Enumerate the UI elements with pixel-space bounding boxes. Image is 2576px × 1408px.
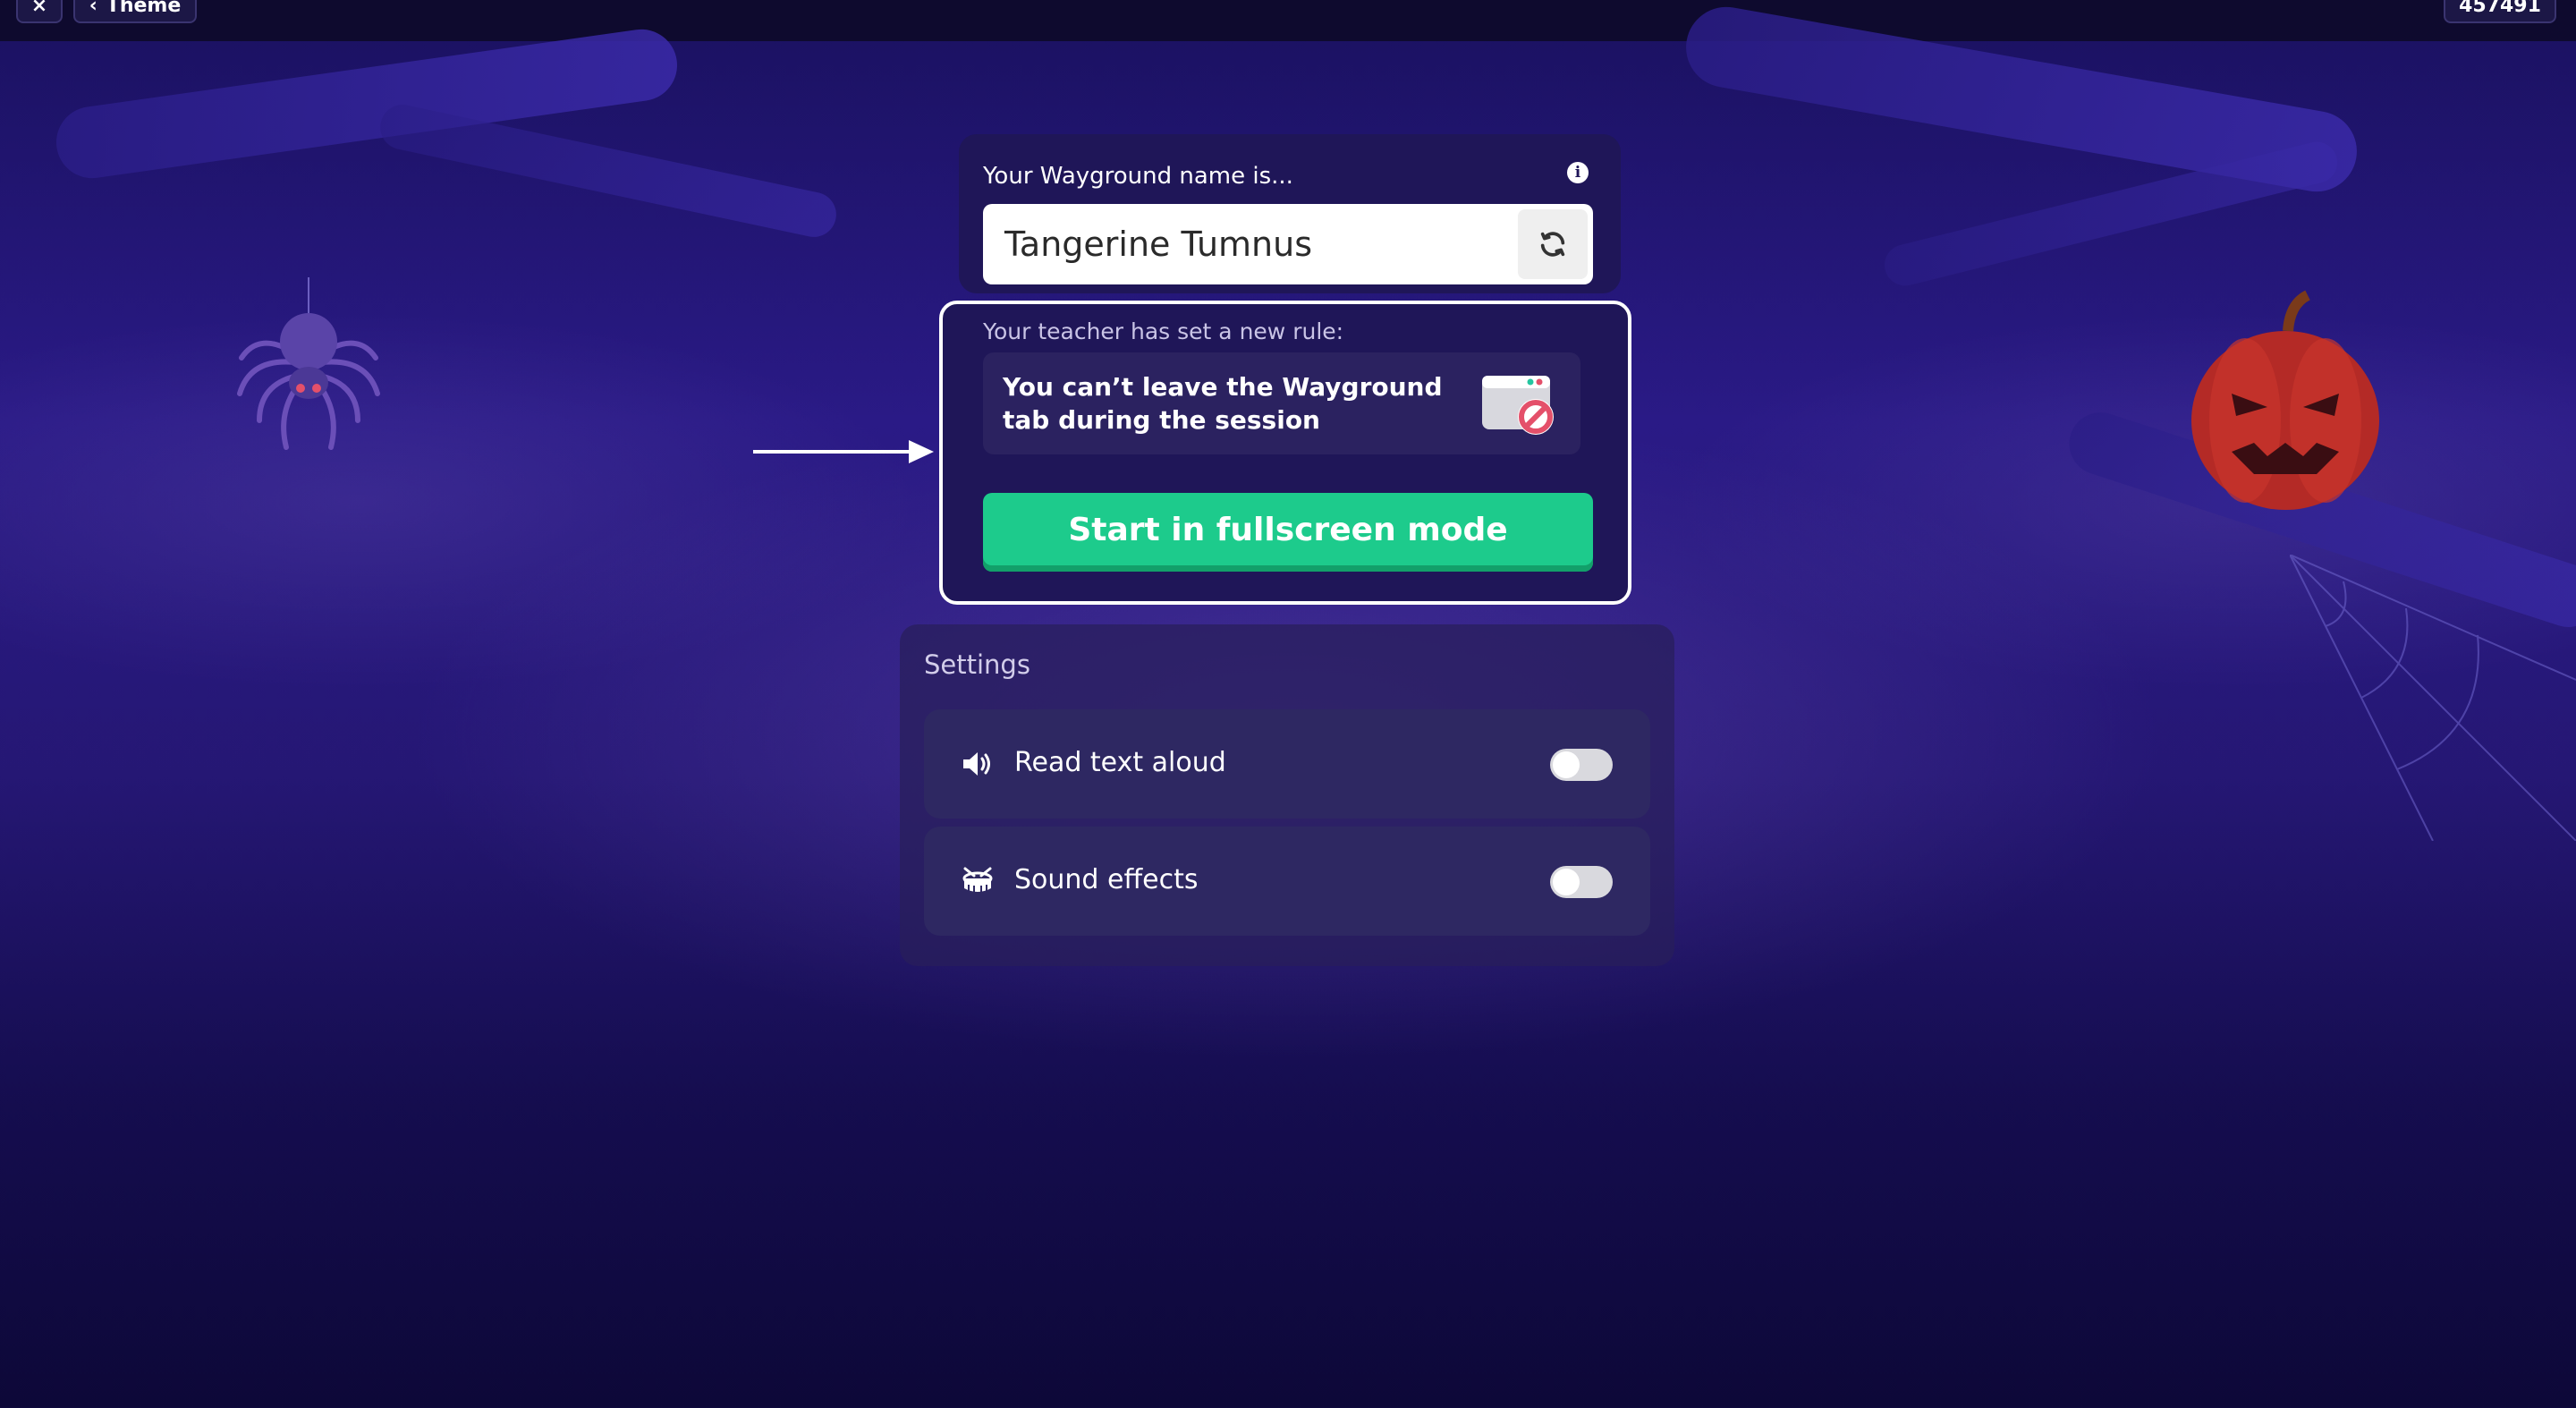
pointer-arrow-head (909, 440, 934, 463)
game-code-text: 457491 (2459, 0, 2541, 17)
setting-label: Read text aloud (1014, 747, 1226, 778)
start-fullscreen-button[interactable]: Start in fullscreen mode (983, 493, 1593, 572)
setting-label: Sound effects (1014, 864, 1199, 895)
spider-illustration (237, 277, 380, 450)
blocked-tab-icon (1482, 376, 1554, 435)
refresh-icon (1540, 232, 1565, 257)
cobweb-illustration (2290, 555, 2576, 841)
theme-label: Theme (106, 0, 182, 17)
rule-message: You can’t leave the Wayground tab during… (1003, 372, 1443, 435)
toggle-knob (1553, 751, 1580, 778)
name-field: Tangerine Tumnus (983, 204, 1593, 284)
rule-label: Your teacher has set a new rule: (983, 318, 1344, 344)
theme-button[interactable]: ‹ Theme (73, 0, 197, 23)
drum-icon (962, 867, 993, 893)
read-text-aloud-toggle[interactable] (1550, 749, 1613, 781)
name-label: Your Wayground name is... (983, 163, 1293, 190)
settings-title: Settings (924, 649, 1030, 680)
toggle-knob (1553, 869, 1580, 895)
setting-read-text-aloud: Read text aloud (924, 709, 1650, 819)
close-button[interactable]: × (16, 0, 63, 23)
info-icon[interactable]: i (1567, 162, 1589, 183)
speaker-icon (963, 752, 990, 776)
game-code-badge: 457491 (2444, 0, 2556, 23)
pointer-arrow (753, 450, 912, 454)
close-icon: × (30, 0, 48, 17)
pumpkin-illustration (2191, 290, 2379, 510)
setting-sound-effects: Sound effects (924, 827, 1650, 936)
sound-effects-toggle[interactable] (1550, 866, 1613, 898)
name-value: Tangerine Tumnus (1004, 225, 1313, 264)
top-bar: × ‹ Theme 457491 (0, 0, 2576, 41)
refresh-name-button[interactable] (1518, 209, 1588, 279)
chevron-left-icon: ‹ (89, 0, 97, 17)
